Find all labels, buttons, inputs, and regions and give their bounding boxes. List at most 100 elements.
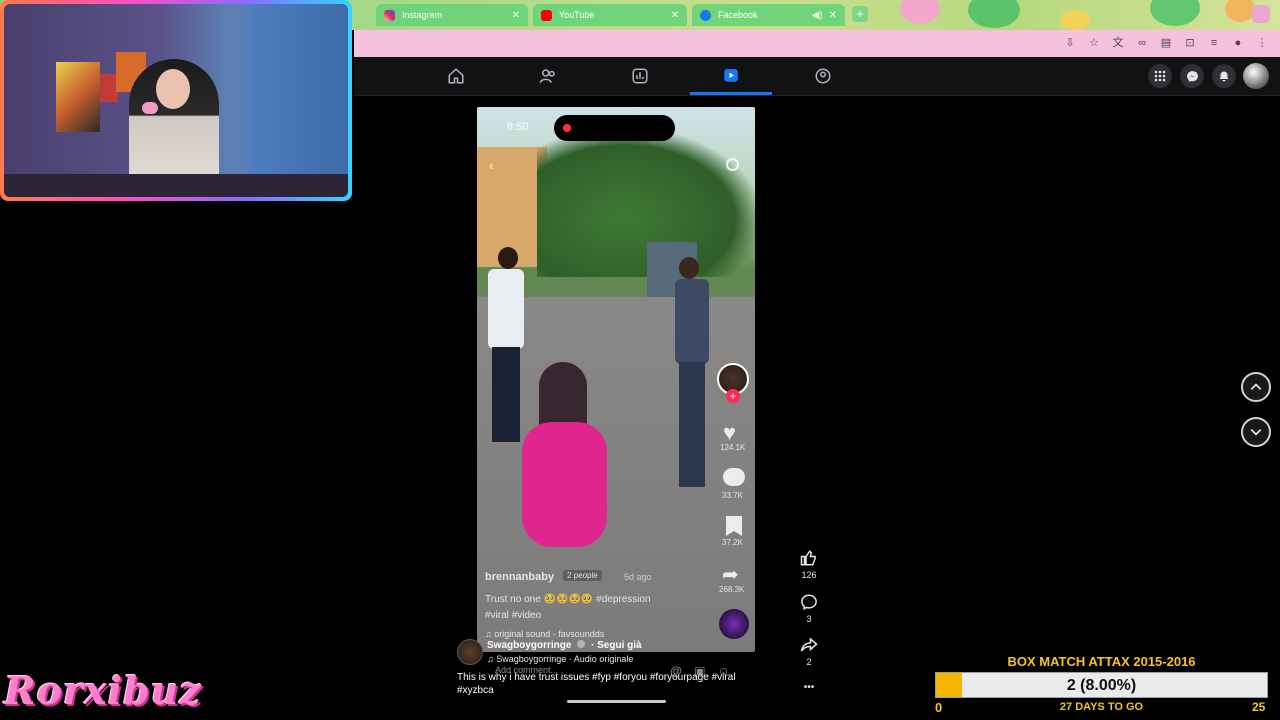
webcam-frame bbox=[0, 0, 352, 201]
back-chevron-icon[interactable]: ‹ bbox=[489, 157, 494, 173]
dashboard-icon bbox=[632, 68, 648, 84]
tab-youtube[interactable]: YouTube ✕ bbox=[533, 4, 687, 26]
previous-reel-button[interactable] bbox=[1241, 372, 1271, 402]
comment-icon bbox=[801, 594, 817, 611]
webcam-feed bbox=[4, 4, 348, 197]
post-caption: This is why i have trust issues #fyp #fo… bbox=[457, 672, 736, 696]
verified-badge-icon bbox=[577, 640, 586, 648]
figure-man-right bbox=[667, 257, 717, 502]
profile-icon[interactable]: ● bbox=[1230, 35, 1246, 51]
post-author-avatar[interactable] bbox=[457, 639, 483, 665]
follow-plus-icon[interactable]: + bbox=[726, 389, 740, 403]
video-author: brennanbaby bbox=[485, 571, 555, 583]
decorative-blob bbox=[968, 0, 1020, 28]
reel-share-button[interactable]: 2 bbox=[797, 636, 821, 667]
video-comment-count: 33.7K bbox=[722, 491, 743, 500]
follow-status[interactable]: Segui già bbox=[597, 640, 641, 651]
nav-groups[interactable] bbox=[782, 57, 864, 95]
post-audio[interactable]: ♫ Swagboygorringe · Audio originale bbox=[487, 654, 633, 664]
dynamic-island bbox=[554, 115, 675, 141]
microphone bbox=[142, 102, 158, 114]
close-icon[interactable]: ✕ bbox=[829, 10, 837, 21]
video-caption-line1: Trust no one 🥺🥺🥺🥺 #depression bbox=[485, 594, 651, 605]
tab-label: YouTube bbox=[559, 10, 595, 20]
reel-like-count: 126 bbox=[801, 570, 817, 580]
youtube-icon bbox=[541, 9, 552, 21]
reel-video[interactable]: 8:50 ‹ + ♥ 124.1K 33.7K 37.2K ➦ 268.3K b… bbox=[477, 107, 755, 652]
separator-dot: · bbox=[591, 640, 595, 651]
figure-woman-pink bbox=[517, 362, 612, 562]
apps-grid-icon bbox=[1154, 70, 1166, 82]
nav-friends[interactable] bbox=[507, 57, 589, 95]
decorative-blob bbox=[1150, 0, 1200, 26]
profile-avatar[interactable] bbox=[1243, 63, 1269, 89]
close-icon[interactable]: ✕ bbox=[671, 10, 679, 21]
tab-label: Facebook bbox=[718, 10, 758, 20]
reel-comment-count: 3 bbox=[806, 614, 812, 624]
video-icon bbox=[724, 68, 738, 82]
box-match-title: BOX MATCH ATTAX 2015-2016 bbox=[1007, 654, 1196, 669]
tune-icon[interactable]: ≡ bbox=[1206, 35, 1222, 51]
video-save-count: 37.2K bbox=[722, 538, 743, 547]
facebook-icon bbox=[700, 9, 711, 21]
notifications-icon bbox=[1219, 71, 1229, 81]
instagram-icon bbox=[384, 9, 395, 21]
recording-dot-icon bbox=[563, 124, 571, 132]
reel-more-button[interactable]: ••• bbox=[797, 682, 821, 693]
reel-like-button[interactable]: 126 bbox=[797, 549, 821, 580]
decorative-blob bbox=[900, 0, 940, 24]
decorative-blob bbox=[1225, 0, 1255, 22]
video-people-tag: 2 people bbox=[563, 570, 602, 581]
decorative-blob bbox=[1060, 10, 1090, 30]
desk bbox=[4, 174, 348, 197]
reel-comment-button[interactable]: 3 bbox=[797, 593, 821, 624]
chevron-up-icon bbox=[1250, 383, 1262, 390]
box-match-value: 2 (8.00%) bbox=[1066, 677, 1137, 694]
groups-icon bbox=[815, 68, 831, 84]
tab-label: Instagram bbox=[402, 10, 443, 20]
extension-icon[interactable]: ⊡ bbox=[1182, 35, 1198, 51]
facebook-top-nav bbox=[354, 57, 1280, 96]
translate-icon[interactable]: 文 bbox=[1110, 35, 1126, 51]
video-share-count: 268.3K bbox=[719, 585, 745, 594]
box-match-max: 25 bbox=[1252, 700, 1266, 714]
search-icon[interactable] bbox=[726, 158, 739, 171]
post-author-row: Swagboygorringe · Segui già bbox=[487, 640, 642, 651]
next-reel-button[interactable] bbox=[1241, 417, 1271, 447]
messenger-button[interactable] bbox=[1180, 64, 1204, 88]
address-bar[interactable]: ⇩ ☆ 文 ∞ ▤ ⊡ ≡ ● ⋮ bbox=[354, 30, 1280, 57]
messenger-icon bbox=[1186, 70, 1198, 82]
video-like-count: 124.1K bbox=[720, 443, 746, 452]
nav-video[interactable] bbox=[690, 57, 772, 95]
chevron-down-icon bbox=[1250, 429, 1262, 436]
video-age: 5d ago bbox=[624, 572, 652, 582]
apps-grid-button[interactable] bbox=[1148, 64, 1172, 88]
comment-bubble-icon[interactable] bbox=[723, 468, 745, 486]
phone-clock: 8:50 bbox=[507, 121, 529, 133]
new-tab-button[interactable]: + bbox=[852, 6, 868, 22]
video-scene-trees bbox=[537, 132, 755, 277]
nav-dashboard[interactable] bbox=[599, 57, 681, 95]
reel-share-count: 2 bbox=[806, 657, 812, 667]
reading-icon[interactable]: ▤ bbox=[1158, 35, 1174, 51]
sound-disc-icon[interactable] bbox=[719, 609, 749, 639]
toolbar-icons: ⇩ ☆ 文 ∞ ▤ ⊡ ≡ ● ⋮ bbox=[1062, 35, 1270, 51]
notifications-button[interactable] bbox=[1212, 64, 1236, 88]
post-author-name[interactable]: Swagboygorringe bbox=[487, 640, 571, 651]
streamer-brand-logo: Rorxibuz bbox=[4, 668, 202, 713]
share-arrow-icon[interactable]: ➦ bbox=[722, 562, 739, 587]
link-icon[interactable]: ∞ bbox=[1134, 35, 1150, 51]
audio-icon[interactable]: ◀) bbox=[812, 10, 823, 21]
curtain bbox=[249, 4, 348, 179]
tab-instagram[interactable]: Instagram ✕ bbox=[376, 4, 528, 26]
tab-facebook[interactable]: Facebook ◀) ✕ bbox=[692, 4, 845, 26]
install-icon[interactable]: ⇩ bbox=[1062, 35, 1078, 51]
close-icon[interactable]: ✕ bbox=[512, 10, 520, 21]
bookmark-star-icon[interactable]: ☆ bbox=[1086, 35, 1102, 51]
friends-icon bbox=[539, 69, 555, 83]
share-icon bbox=[800, 637, 818, 652]
video-caption-line2: #viral #video bbox=[485, 610, 542, 621]
menu-icon[interactable]: ⋮ bbox=[1254, 35, 1270, 51]
browser-menu-icon[interactable] bbox=[1252, 5, 1270, 23]
nav-home[interactable] bbox=[415, 57, 497, 95]
